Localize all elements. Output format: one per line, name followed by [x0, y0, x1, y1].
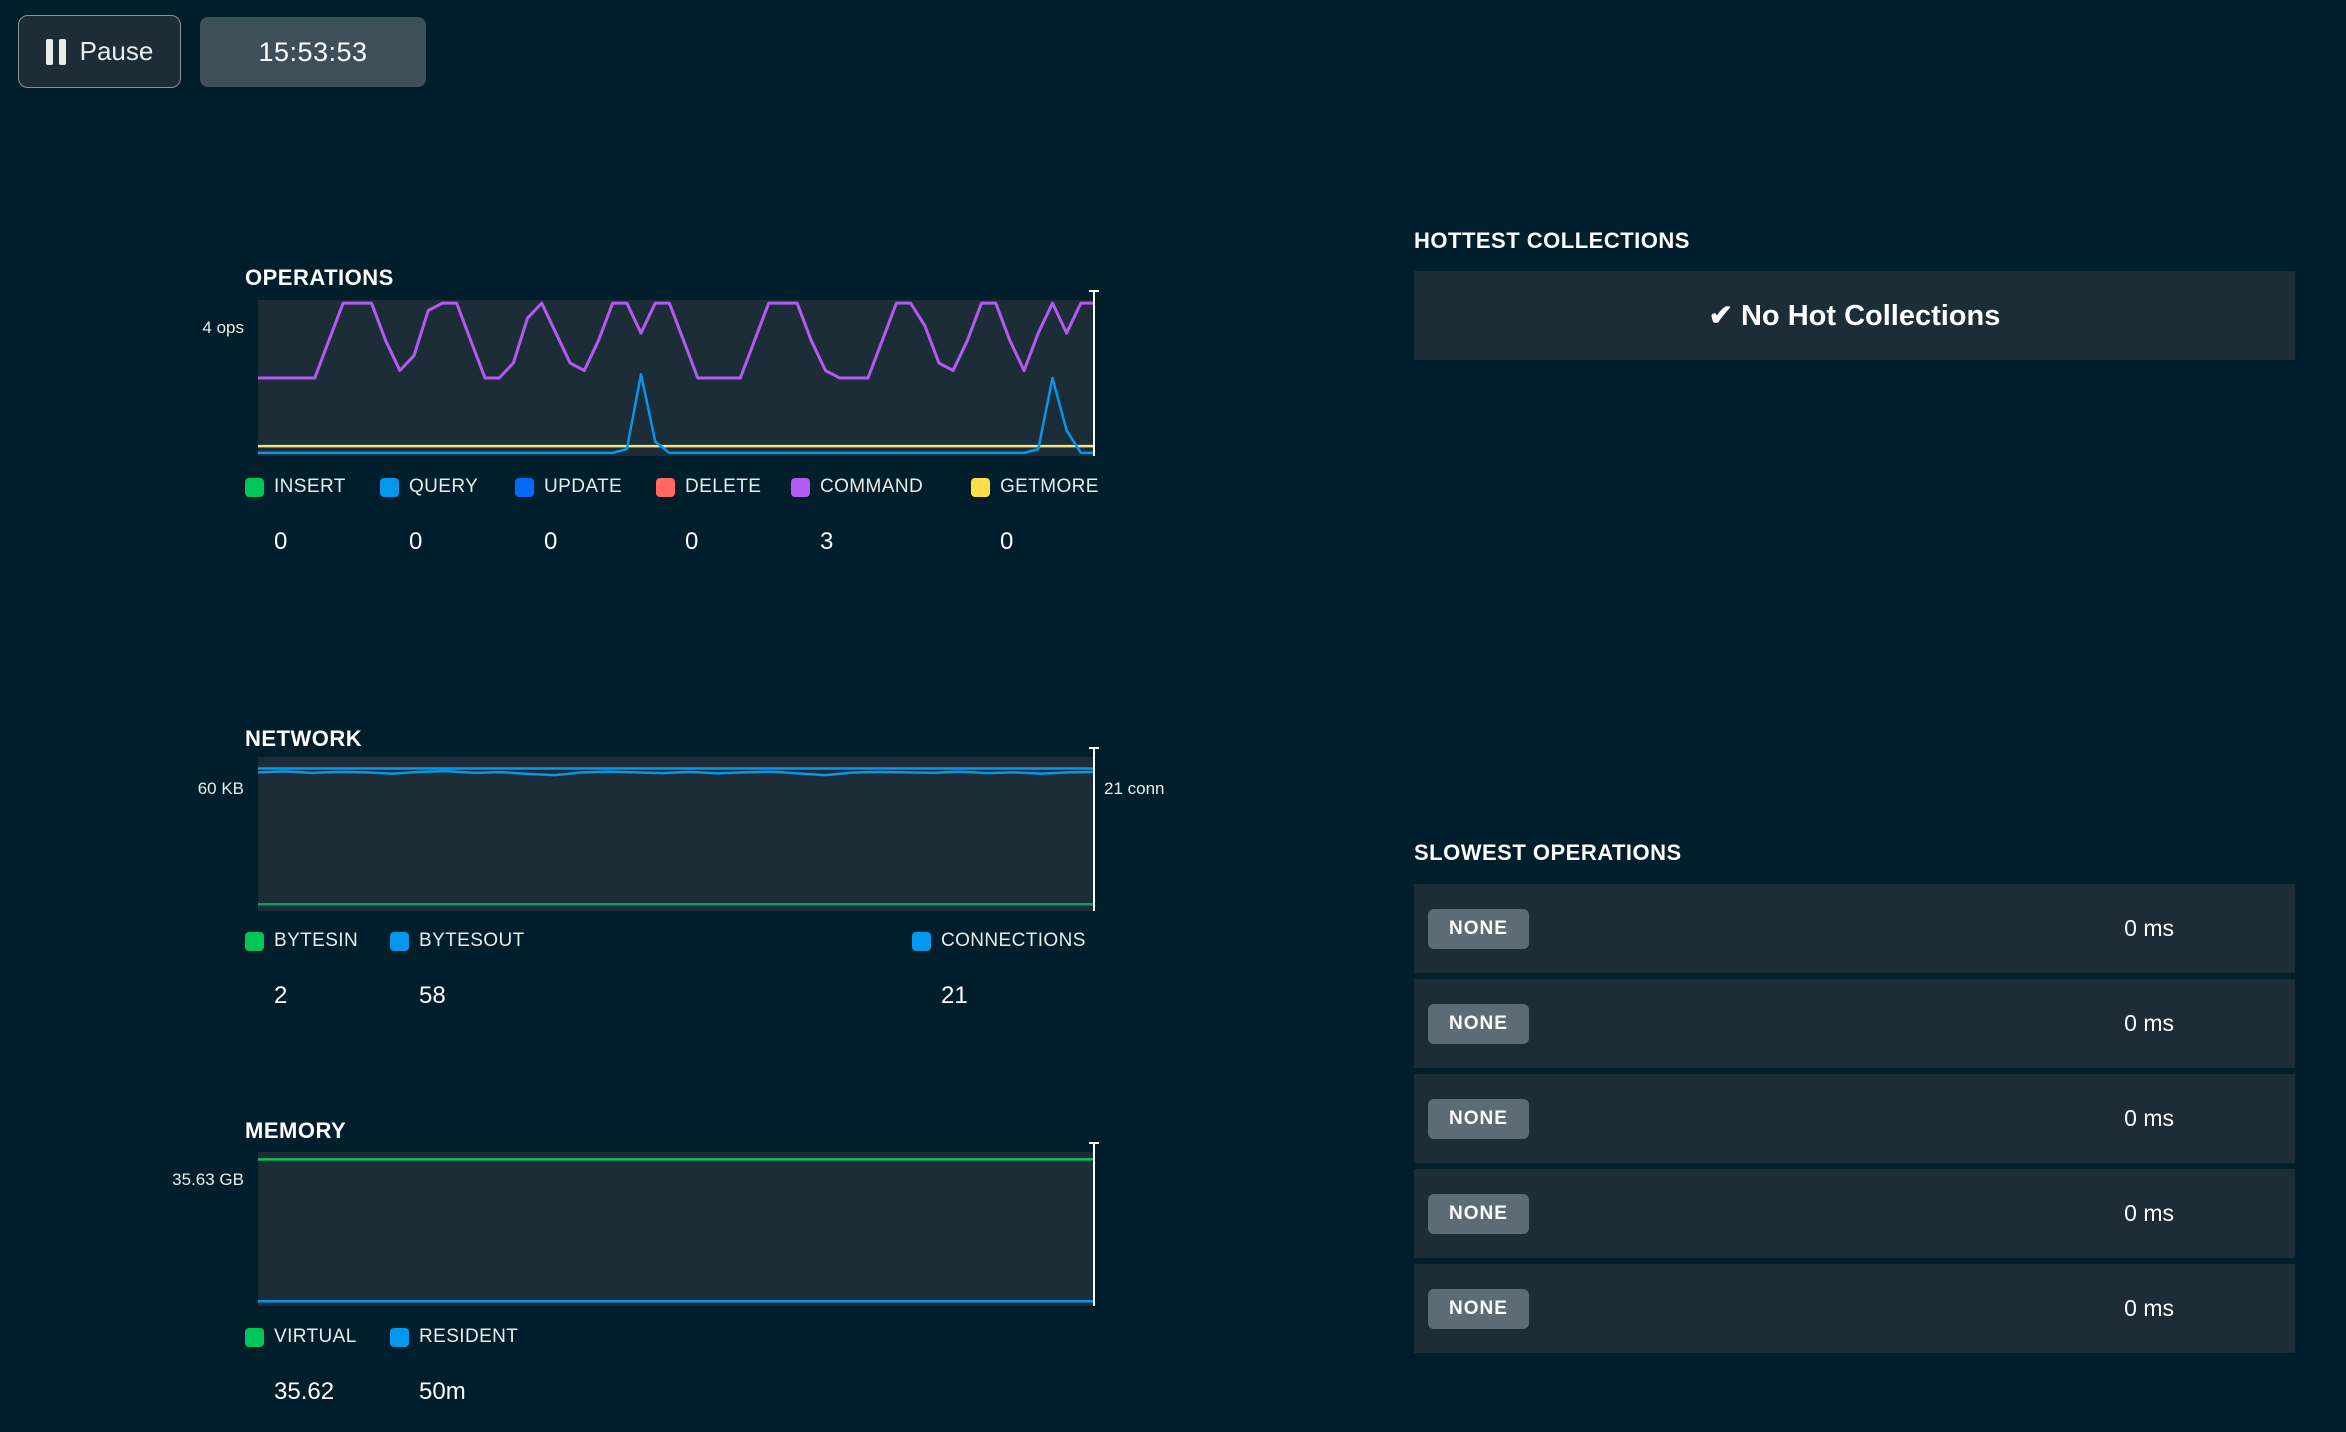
slowest-operation-row: NONE 0 ms [1414, 884, 2295, 973]
time-cursor [1093, 1142, 1095, 1306]
pause-button[interactable]: Pause [18, 15, 181, 88]
bytesin-value: 2 [274, 982, 358, 1010]
operations-title: OPERATIONS [245, 265, 394, 291]
delete-label: DELETE [685, 476, 761, 498]
legend-item-query: QUERY 0 [380, 476, 478, 556]
slowest-operations-list: NONE 0 ms NONE 0 ms NONE 0 ms NONE 0 ms … [1414, 884, 2295, 1353]
delete-swatch-icon [656, 478, 675, 497]
command-value: 3 [820, 528, 923, 556]
command-swatch-icon [791, 478, 810, 497]
insert-label: INSERT [274, 476, 346, 498]
legend-item-resident: RESIDENT 50m [390, 1326, 518, 1406]
resident-value: 50m [419, 1378, 518, 1406]
command-label: COMMAND [820, 476, 923, 498]
slowest-operation-row: NONE 0 ms [1414, 1074, 2295, 1163]
query-label: QUERY [409, 476, 478, 498]
getmore-value: 0 [1000, 528, 1099, 556]
legend-item-update: UPDATE 0 [515, 476, 622, 556]
pause-button-label: Pause [80, 36, 154, 67]
bytesin-label: BYTESIN [274, 930, 358, 952]
slowest-operation-row: NONE 0 ms [1414, 1264, 2295, 1353]
update-value: 0 [544, 528, 622, 556]
legend-item-delete: DELETE 0 [656, 476, 761, 556]
connections-swatch-icon [912, 932, 931, 951]
getmore-swatch-icon [971, 478, 990, 497]
hottest-collections-title: HOTTEST COLLECTIONS [1414, 228, 1690, 254]
operations-chart-svg [258, 300, 1095, 456]
operation-duration: 0 ms [2124, 1295, 2174, 1322]
query-swatch-icon [380, 478, 399, 497]
legend-item-getmore: GETMORE 0 [971, 476, 1099, 556]
hottest-collections-panel: ✔ No Hot Collections [1414, 271, 2295, 360]
resident-label: RESIDENT [419, 1326, 518, 1348]
getmore-label: GETMORE [1000, 476, 1099, 498]
legend-item-connections: CONNECTIONS 21 [912, 930, 1086, 1010]
operations-chart [258, 300, 1095, 456]
update-label: UPDATE [544, 476, 622, 498]
operation-badge: NONE [1428, 1289, 1529, 1329]
connections-label: CONNECTIONS [941, 930, 1086, 952]
query-value: 0 [409, 528, 478, 556]
time-cursor [1093, 747, 1095, 911]
slowest-operation-row: NONE 0 ms [1414, 979, 2295, 1068]
pause-icon [46, 39, 66, 65]
clock-display: 15:53:53 [200, 17, 426, 87]
network-chart [258, 757, 1095, 911]
virtual-value: 35.62 [274, 1378, 357, 1406]
delete-value: 0 [685, 528, 761, 556]
memory-title: MEMORY [245, 1118, 346, 1144]
memory-y-axis-label: 35.63 GB [88, 1170, 244, 1190]
operation-badge: NONE [1428, 909, 1529, 949]
bytesout-swatch-icon [390, 932, 409, 951]
operation-duration: 0 ms [2124, 915, 2174, 942]
operation-duration: 0 ms [2124, 1105, 2174, 1132]
legend-item-command: COMMAND 3 [791, 476, 923, 556]
slowest-operations-title: SLOWEST OPERATIONS [1414, 840, 1682, 866]
insert-value: 0 [274, 528, 346, 556]
insert-swatch-icon [245, 478, 264, 497]
network-right-axis-label: 21 conn [1104, 779, 1165, 799]
bytesout-value: 58 [419, 982, 525, 1010]
virtual-swatch-icon [245, 1328, 264, 1347]
bytesout-label: BYTESOUT [419, 930, 525, 952]
virtual-label: VIRTUAL [274, 1326, 357, 1348]
operation-badge: NONE [1428, 1099, 1529, 1139]
operation-duration: 0 ms [2124, 1200, 2174, 1227]
connections-value: 21 [941, 982, 1086, 1010]
no-hot-collections-message: ✔ No Hot Collections [1709, 298, 2001, 333]
update-swatch-icon [515, 478, 534, 497]
network-y-axis-label: 60 KB [100, 779, 244, 799]
legend-item-virtual: VIRTUAL 35.62 [245, 1326, 357, 1406]
memory-chart-svg [258, 1152, 1095, 1306]
legend-item-insert: INSERT 0 [245, 476, 346, 556]
network-chart-svg [258, 757, 1095, 911]
bytesin-swatch-icon [245, 932, 264, 951]
memory-chart [258, 1152, 1095, 1306]
time-cursor [1093, 290, 1095, 456]
slowest-operation-row: NONE 0 ms [1414, 1169, 2295, 1258]
operation-badge: NONE [1428, 1194, 1529, 1234]
operation-badge: NONE [1428, 1004, 1529, 1044]
network-title: NETWORK [245, 726, 362, 752]
resident-swatch-icon [390, 1328, 409, 1347]
legend-item-bytesout: BYTESOUT 58 [390, 930, 525, 1010]
operation-duration: 0 ms [2124, 1010, 2174, 1037]
operations-y-axis-label: 4 ops [100, 318, 244, 338]
clock-time: 15:53:53 [258, 37, 367, 68]
legend-item-bytesin: BYTESIN 2 [245, 930, 358, 1010]
